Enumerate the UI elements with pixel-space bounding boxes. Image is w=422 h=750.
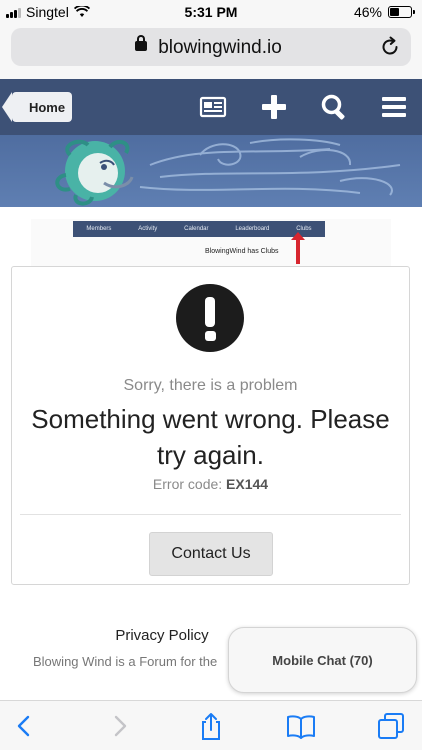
clubs-image-nav-item: Leaderboard (235, 226, 270, 232)
error-code: Error code: EX144 (12, 476, 409, 492)
menu-icon[interactable] (380, 93, 408, 121)
contact-us-label: Contact Us (171, 545, 251, 562)
clubs-image-nav-item: Members (86, 226, 112, 232)
home-button[interactable]: Home (2, 92, 72, 122)
battery-percent: 46% (353, 4, 382, 20)
divider (20, 514, 401, 515)
mobile-chat-label: Mobile Chat (70) (272, 652, 373, 668)
forward-icon[interactable] (104, 711, 134, 741)
url-text[interactable]: blowingwind.io (11, 37, 411, 59)
clubs-announcement-image: Members Activity Calendar Leaderboard Cl… (31, 219, 391, 267)
address-bar[interactable]: blowingwind.io (11, 28, 411, 66)
clubs-caption: BlowingWind has Clubs (205, 248, 279, 255)
search-icon[interactable] (320, 93, 348, 121)
exclamation-icon (176, 284, 244, 352)
screen: Singtel 5:31 PM 46% blowingwind.io Home … (0, 0, 422, 750)
clubs-image-nav-item: Calendar (184, 226, 209, 232)
error-card: Sorry, there is a problem Something went… (11, 266, 410, 585)
url-value: blowingwind.io (158, 37, 282, 58)
arrow-up-icon (291, 232, 305, 264)
news-icon[interactable] (199, 93, 227, 121)
error-title: Something went wrong. Please try again. (31, 404, 390, 470)
battery-fill (390, 8, 400, 16)
clubs-image-nav-item: Activity (138, 226, 158, 232)
browser-toolbar (0, 700, 422, 750)
page-content: Members Activity Calendar Leaderboard Cl… (0, 207, 422, 700)
battery-icon (388, 6, 415, 18)
error-code-value: EX144 (226, 476, 269, 492)
reload-icon[interactable] (379, 36, 401, 58)
clubs-image-nav: Members Activity Calendar Leaderboard Cl… (73, 221, 325, 237)
wind-face-logo (55, 138, 401, 206)
back-icon[interactable] (10, 711, 40, 741)
share-icon[interactable] (196, 711, 226, 741)
status-right: 46% (353, 4, 415, 20)
error-subtitle: Sorry, there is a problem (123, 377, 298, 394)
plus-icon[interactable] (260, 93, 288, 121)
footer-tagline: Blowing Wind is a Forum for the (33, 654, 218, 669)
error-code-label: Error code: (152, 476, 223, 492)
mobile-chat-button[interactable]: Mobile Chat (70) (228, 627, 417, 693)
site-nav: Home (0, 79, 422, 135)
home-label: Home (28, 99, 66, 115)
status-bar: Singtel 5:31 PM 46% (0, 0, 422, 24)
address-bar-area: blowingwind.io (0, 24, 422, 79)
tabs-icon[interactable] (376, 711, 406, 741)
contact-us-button[interactable]: Contact Us (149, 532, 273, 576)
site-banner (0, 135, 422, 207)
bookmarks-icon[interactable] (286, 711, 316, 741)
